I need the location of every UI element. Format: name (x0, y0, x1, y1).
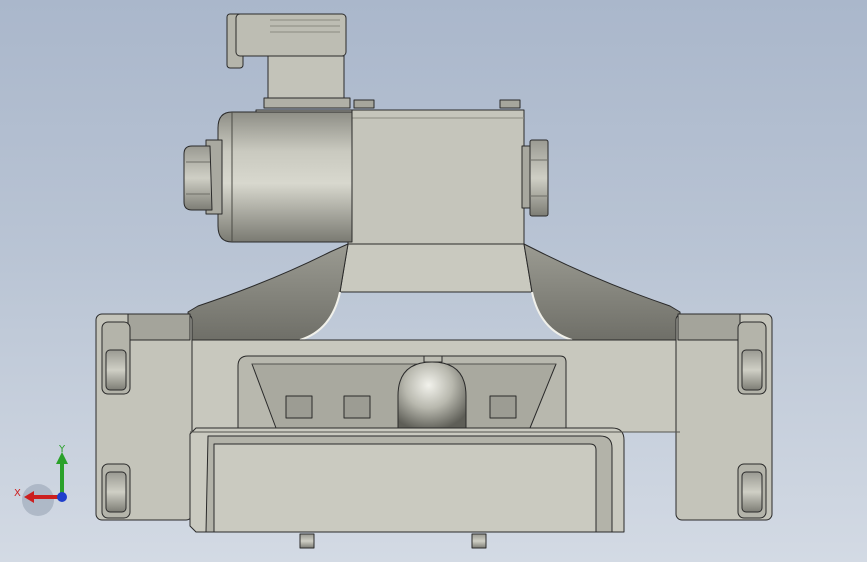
locating-pin-right (471, 533, 487, 549)
cad-viewport[interactable]: X Y (0, 0, 867, 562)
end-nut-right (521, 139, 549, 217)
end-cap-right (675, 313, 773, 521)
spool (397, 361, 467, 429)
pedestal-neck (339, 243, 533, 293)
x-axis-label: X (14, 488, 21, 499)
coordinate-triad: X Y (14, 444, 68, 516)
z-axis-dot (57, 492, 67, 502)
spool-window (237, 355, 567, 429)
port-2 (343, 395, 371, 419)
locating-pin-left (299, 533, 315, 549)
solenoid-coil (183, 109, 353, 243)
solenoid-housing (347, 109, 525, 245)
y-axis-label: Y (58, 444, 66, 455)
connector-plug (226, 13, 521, 109)
end-cap-left (95, 313, 193, 521)
base-plate (189, 427, 680, 533)
valve-model[interactable]: X Y (0, 0, 867, 562)
port-3 (489, 395, 517, 419)
port-1 (285, 395, 313, 419)
